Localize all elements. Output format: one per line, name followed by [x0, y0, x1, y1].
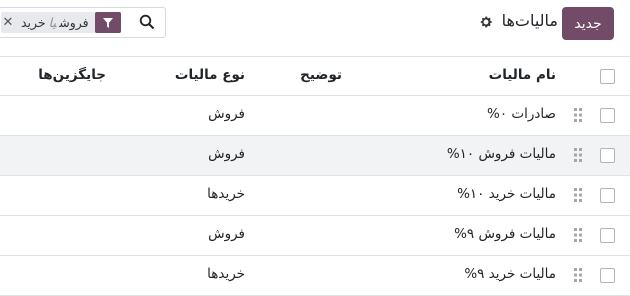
search-bar[interactable]: فروشیاخرید ✕: [0, 7, 166, 38]
facet-separator: یا: [48, 15, 57, 30]
column-alternatives[interactable]: جایگزین‌ها: [38, 67, 106, 83]
page-title[interactable]: مالیات‌ها: [502, 11, 558, 30]
row-checkbox[interactable]: [600, 188, 615, 203]
drag-handle-icon[interactable]: [573, 107, 583, 123]
column-description[interactable]: توضیح: [300, 67, 342, 83]
column-type[interactable]: نوع مالیات: [175, 67, 245, 83]
search-icon[interactable]: [139, 14, 155, 30]
table-row[interactable]: مالیات فروش ۱۰% فروش: [0, 136, 630, 176]
table-row[interactable]: مالیات خرید ۱۰% خریدها: [0, 176, 630, 216]
row-checkbox[interactable]: [600, 228, 615, 243]
drag-handle-icon[interactable]: [573, 227, 583, 243]
table-row[interactable]: مالیات خرید ۹% خریدها: [0, 256, 630, 296]
tax-name: مالیات خرید ۱۰%: [457, 186, 556, 202]
table-row[interactable]: صادرات ۰% فروش: [0, 96, 630, 136]
tax-type: فروش: [208, 226, 245, 242]
filter-icon: [94, 12, 121, 33]
drag-handle-icon[interactable]: [573, 267, 583, 283]
tax-type: خریدها: [207, 186, 245, 202]
select-all-checkbox[interactable]: [600, 69, 615, 84]
tax-type: فروش: [208, 146, 245, 162]
row-checkbox[interactable]: [600, 268, 615, 283]
tax-type: فروش: [208, 106, 245, 122]
tax-name: مالیات فروش ۹%: [454, 226, 556, 242]
tax-name: مالیات خرید ۹%: [464, 266, 556, 282]
drag-handle-icon[interactable]: [573, 147, 583, 163]
tax-type: خریدها: [207, 266, 245, 282]
table-header: نام مالیات توضیح نوع مالیات جایگزین‌ها: [0, 56, 630, 96]
drag-handle-icon[interactable]: [573, 187, 583, 203]
facet-values: فروشیاخرید: [17, 15, 95, 30]
tax-name: مالیات فروش ۱۰%: [446, 146, 556, 162]
facet-value-purchase: خرید: [21, 15, 46, 30]
row-checkbox[interactable]: [600, 108, 615, 123]
column-name[interactable]: نام مالیات: [489, 67, 556, 83]
close-icon[interactable]: ✕: [1, 12, 15, 33]
row-checkbox[interactable]: [600, 148, 615, 163]
new-button[interactable]: جدید: [562, 7, 614, 40]
facet-value-sale: فروش: [59, 15, 89, 30]
gear-icon[interactable]: [478, 14, 494, 30]
tax-name: صادرات ۰%: [487, 106, 556, 122]
taxes-table: نام مالیات توضیح نوع مالیات جایگزین‌ها ص…: [0, 56, 630, 296]
search-facet: فروشیاخرید ✕: [1, 12, 121, 33]
table-row[interactable]: مالیات فروش ۹% فروش: [0, 216, 630, 256]
control-panel: جدید مالیات‌ها فروشیاخرید ✕: [0, 0, 630, 56]
